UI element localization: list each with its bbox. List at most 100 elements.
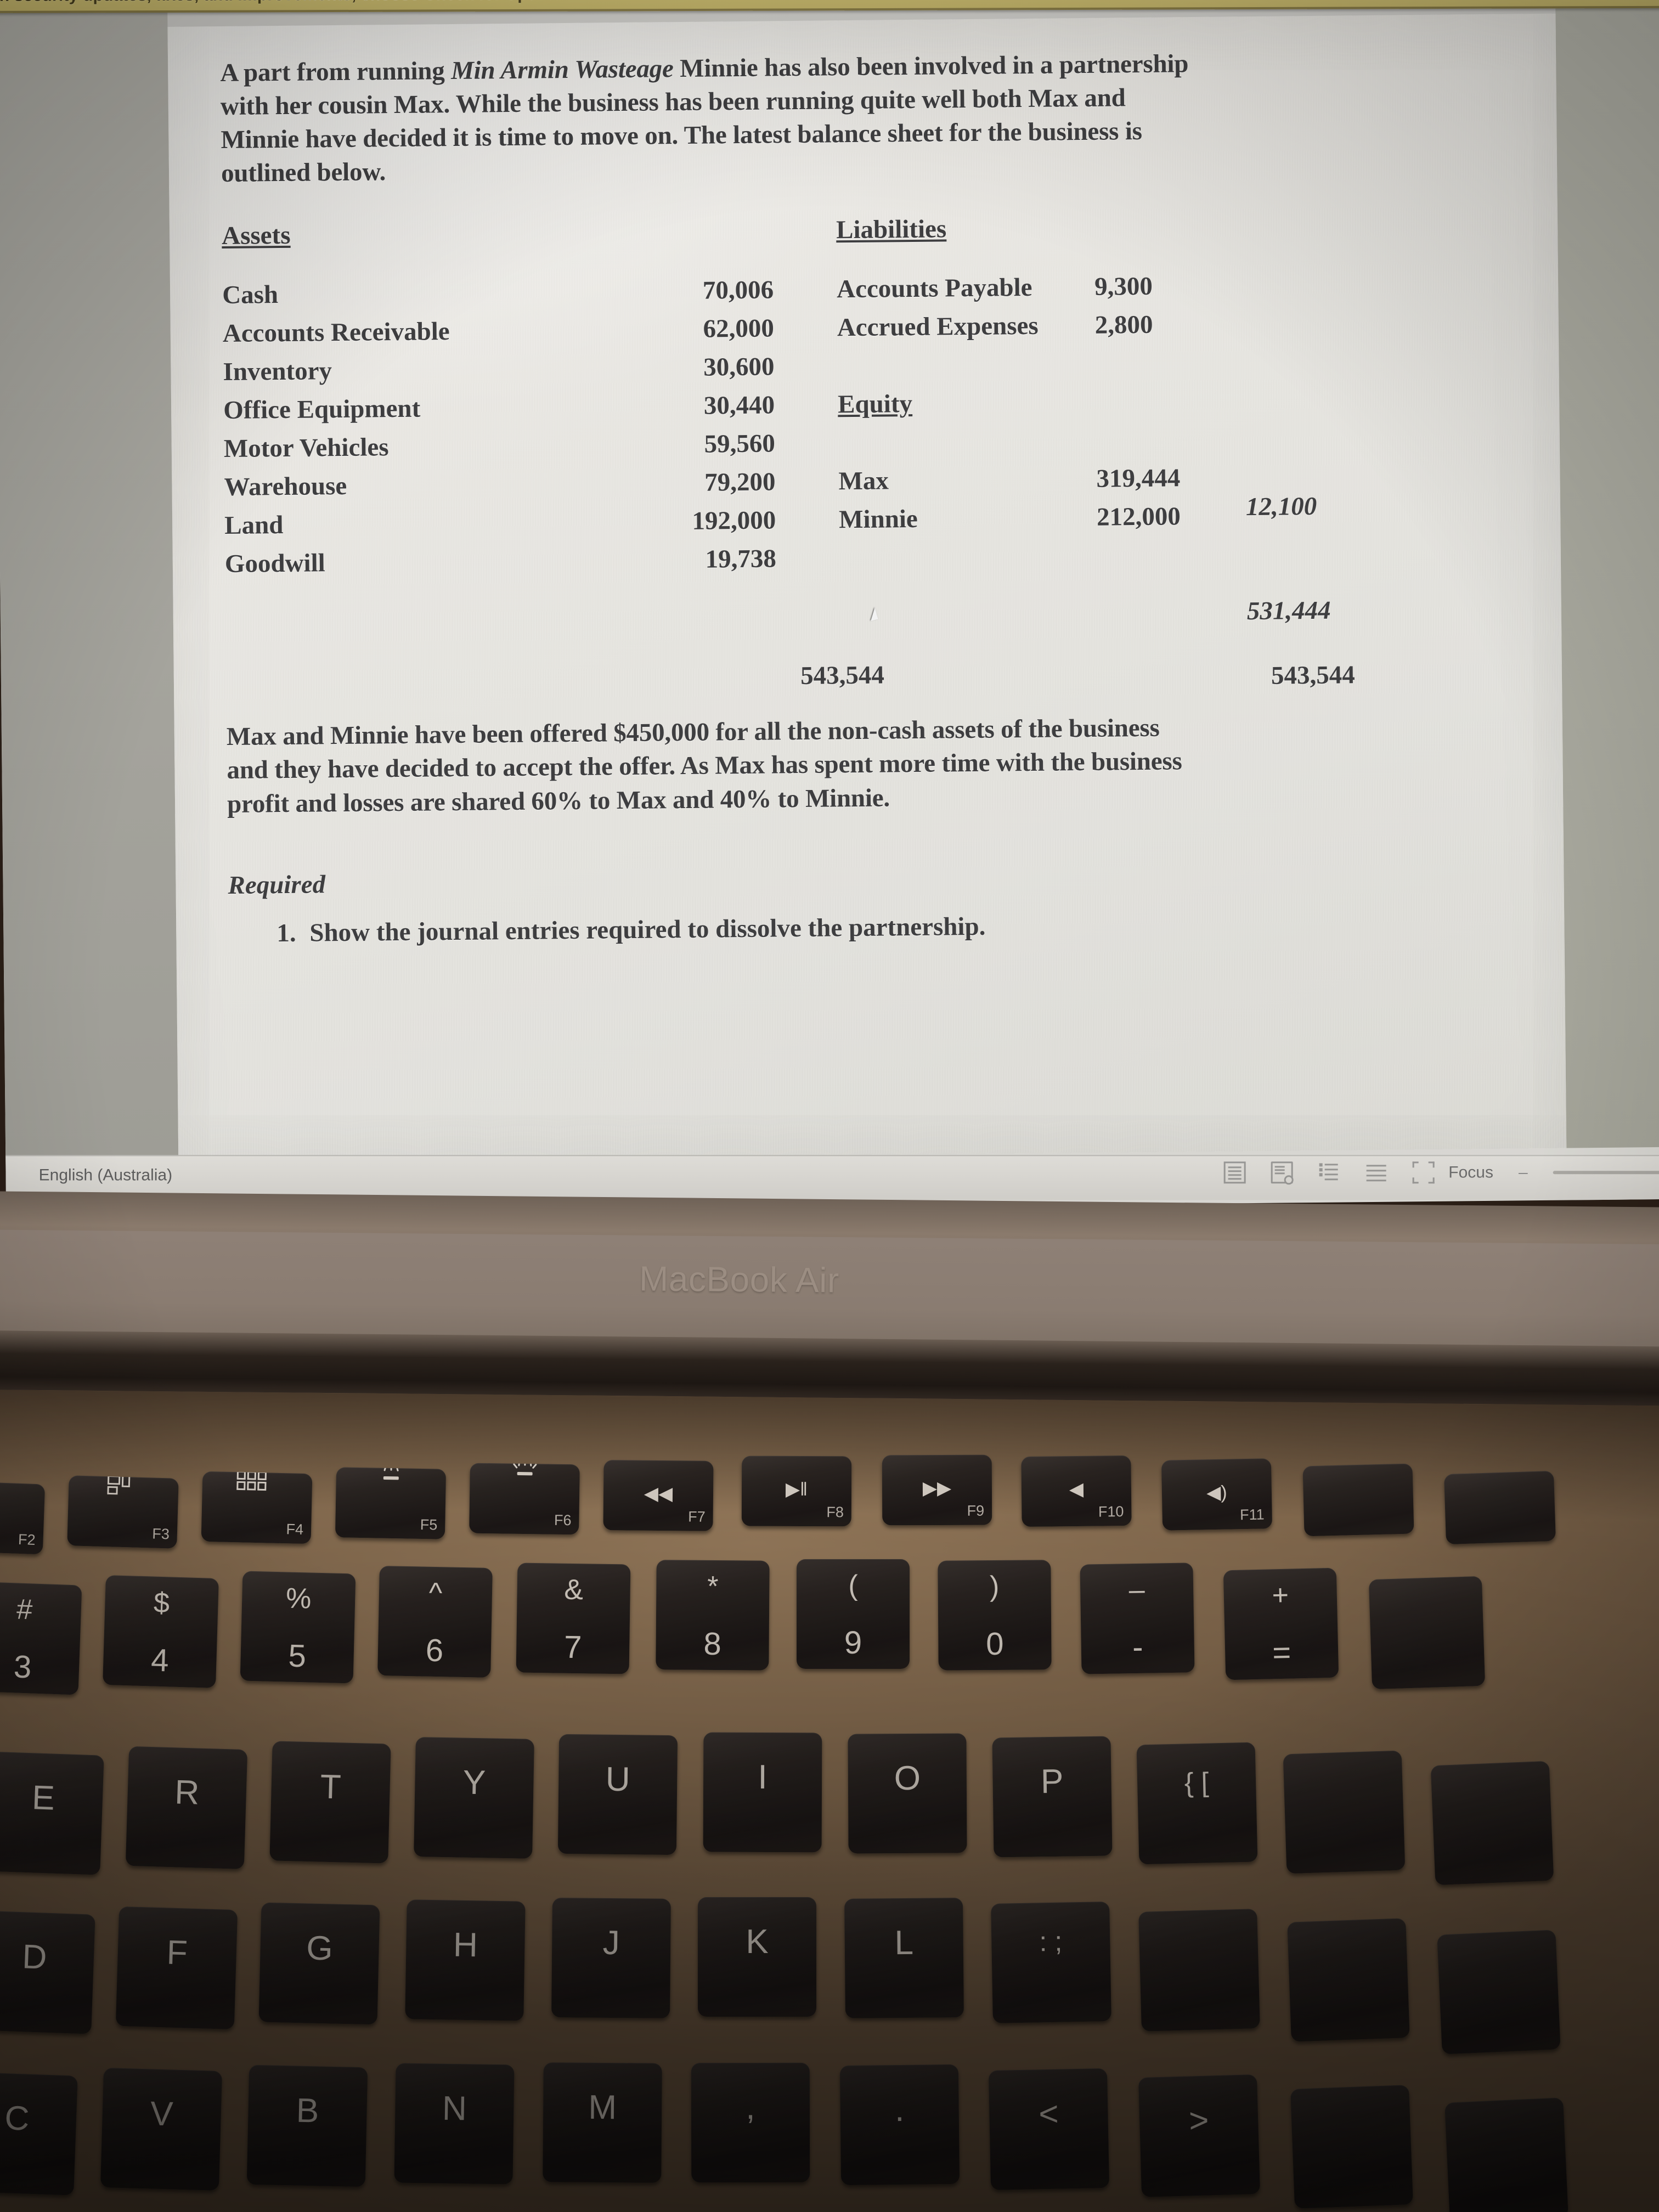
key-touchid[interactable]: [1444, 1470, 1556, 1545]
key-r[interactable]: R: [125, 1746, 248, 1870]
key-shift-right[interactable]: [1444, 2097, 1568, 2212]
key-f4[interactable]: F4: [201, 1471, 313, 1544]
key-equals-shift-label: +: [1271, 1579, 1289, 1612]
key-h-label: H: [453, 1926, 478, 1965]
key-bracket-left-label: { [: [1184, 1767, 1210, 1798]
key-9[interactable]: ( 9: [797, 1559, 910, 1669]
key-p[interactable]: P: [992, 1736, 1113, 1858]
key-f5-label: F5: [420, 1516, 438, 1533]
key-3[interactable]: # 3: [0, 1581, 82, 1695]
key-b-label: B: [296, 2091, 319, 2130]
key-e[interactable]: E: [0, 1751, 104, 1875]
key-less-than[interactable]: <: [988, 2068, 1110, 2191]
key-r-label: R: [174, 1773, 200, 1812]
key-i[interactable]: I: [703, 1732, 822, 1853]
key-g[interactable]: G: [258, 1902, 380, 2025]
key-equals[interactable]: + =: [1223, 1567, 1339, 1680]
key-n[interactable]: N: [394, 2063, 515, 2185]
key-9-shift-label: (: [848, 1570, 858, 1601]
key-f9-label: F9: [967, 1502, 985, 1519]
key-quote[interactable]: [1138, 1909, 1260, 2032]
key-backslash[interactable]: [1430, 1760, 1554, 1886]
mission-control-icon: [107, 1475, 131, 1495]
key-f3-label: F3: [151, 1525, 170, 1543]
key-f6[interactable]: F6: [469, 1463, 580, 1535]
key-semicolon[interactable]: : ;: [991, 1901, 1111, 2023]
key-4-shift-label: $: [153, 1587, 170, 1620]
key-f2[interactable]: F2: [0, 1480, 46, 1555]
key-7[interactable]: & 7: [516, 1562, 631, 1674]
key-period-label: .: [894, 2090, 905, 2129]
key-l-label: L: [894, 1923, 914, 1962]
launchpad-icon: [236, 1471, 267, 1491]
key-y[interactable]: Y: [414, 1737, 534, 1859]
key-return[interactable]: [1287, 1918, 1410, 2042]
key-comma[interactable]: ,: [691, 2062, 810, 2183]
key-f8[interactable]: ▶‖ F8: [741, 1455, 852, 1527]
key-p-label: P: [1040, 1762, 1064, 1801]
key-d[interactable]: D: [0, 1910, 95, 2034]
key-bracket-left[interactable]: { [: [1136, 1742, 1258, 1865]
key-f3[interactable]: F3: [67, 1475, 179, 1549]
key-f[interactable]: F: [115, 1906, 238, 2030]
key-f7-label: F7: [688, 1508, 706, 1525]
key-e-label: E: [31, 1779, 55, 1818]
key-0-label: 0: [985, 1626, 1004, 1662]
key-period[interactable]: .: [839, 2064, 960, 2186]
key-f11-label: F11: [1239, 1506, 1265, 1523]
key-f12[interactable]: [1302, 1463, 1414, 1537]
key-7-label: 7: [563, 1629, 582, 1666]
key-delete[interactable]: [1368, 1576, 1486, 1690]
volume-down-icon: ◀): [1206, 1482, 1228, 1504]
key-bracket-right[interactable]: [1283, 1750, 1406, 1874]
key-0[interactable]: ) 0: [938, 1560, 1052, 1671]
key-f7[interactable]: ◀◀ F7: [603, 1460, 714, 1531]
key-f2-label: F2: [18, 1531, 36, 1548]
fast-forward-icon: ▶▶: [922, 1477, 952, 1499]
key-4[interactable]: $ 4: [103, 1575, 219, 1689]
key-f6-label: F6: [554, 1511, 572, 1529]
key-greater-than-label: >: [1188, 2101, 1210, 2140]
key-4-label: 4: [150, 1642, 170, 1679]
key-slash[interactable]: [1290, 2085, 1413, 2209]
key-v[interactable]: V: [100, 2068, 223, 2191]
key-return-ext[interactable]: [1437, 1929, 1561, 2055]
key-k[interactable]: K: [698, 1897, 816, 2017]
key-3-label: 3: [13, 1649, 32, 1685]
key-5-label: 5: [287, 1638, 307, 1674]
key-t[interactable]: T: [269, 1741, 391, 1864]
key-8[interactable]: * 8: [656, 1560, 770, 1671]
key-l[interactable]: L: [844, 1898, 964, 2018]
key-j[interactable]: J: [551, 1898, 671, 2018]
key-o[interactable]: O: [848, 1733, 967, 1854]
play-pause-icon: ▶‖: [785, 1479, 808, 1500]
key-5[interactable]: % 5: [240, 1571, 356, 1684]
key-m-label: M: [588, 2088, 617, 2127]
key-f11[interactable]: ◀) F11: [1161, 1458, 1273, 1531]
key-c[interactable]: C: [0, 2072, 78, 2196]
key-f5[interactable]: F5: [335, 1467, 447, 1539]
keyboard-brightness-up-icon: [513, 1463, 537, 1476]
key-f8-label: F8: [826, 1504, 844, 1521]
key-f4-label: F4: [286, 1521, 304, 1538]
key-0-shift-label: ): [989, 1570, 1000, 1603]
key-comma-label: ,: [746, 2088, 755, 2127]
photograph-of-laptop: ith security updates, fixes, and improve…: [0, 0, 1659, 2212]
key-greater-than[interactable]: >: [1138, 2074, 1261, 2197]
key-6[interactable]: ^ 6: [377, 1566, 493, 1678]
key-u[interactable]: U: [557, 1734, 678, 1855]
key-b[interactable]: B: [246, 2064, 368, 2187]
key-f10[interactable]: ◀ F10: [1021, 1455, 1132, 1527]
key-u-label: U: [605, 1760, 631, 1799]
key-semicolon-label: : ;: [1039, 1926, 1063, 1957]
key-9-label: 9: [844, 1625, 862, 1661]
key-less-than-label: <: [1038, 2095, 1059, 2134]
key-h[interactable]: H: [405, 1899, 526, 2021]
key-m[interactable]: M: [543, 2062, 662, 2183]
key-g-label: G: [306, 1929, 334, 1968]
mute-icon: ◀: [1069, 1479, 1084, 1500]
key-minus[interactable]: – -: [1080, 1562, 1195, 1674]
key-f9[interactable]: ▶▶ F9: [882, 1454, 992, 1526]
key-6-label: 6: [425, 1632, 444, 1669]
key-f10-label: F10: [1098, 1503, 1124, 1520]
